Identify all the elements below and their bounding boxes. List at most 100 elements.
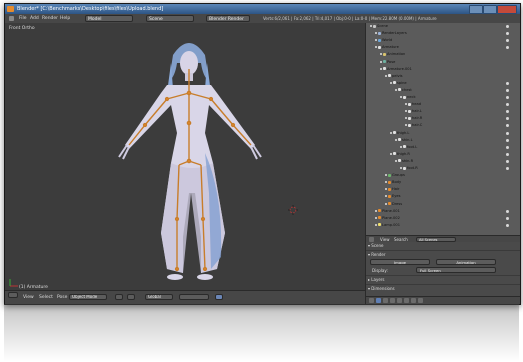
expand-toggle-icon[interactable] xyxy=(380,60,382,63)
outliner-row[interactable]: shin.L xyxy=(395,138,509,143)
tab-data[interactable] xyxy=(411,298,416,303)
visibility-eye-icon[interactable] xyxy=(506,167,509,170)
visibility-eye-icon[interactable] xyxy=(506,117,509,121)
visibility-eye-icon[interactable] xyxy=(506,96,509,99)
pivot-button[interactable] xyxy=(127,294,135,300)
outliner-row[interactable]: RenderLayers xyxy=(375,31,509,36)
outliner-row[interactable]: Eyes xyxy=(385,194,400,199)
expand-toggle-icon[interactable] xyxy=(395,138,397,141)
visibility-eye-icon[interactable] xyxy=(506,124,509,128)
visibility-eye-icon[interactable] xyxy=(506,145,509,149)
outliner-row[interactable]: pelvis xyxy=(385,74,403,79)
expand-toggle-icon[interactable] xyxy=(375,209,377,212)
render-image-button[interactable]: Image xyxy=(370,259,430,265)
outliner-row[interactable]: Armature xyxy=(375,45,509,50)
expand-toggle-icon[interactable] xyxy=(400,145,402,148)
expand-toggle-icon[interactable] xyxy=(405,110,407,113)
tab-world[interactable] xyxy=(383,298,388,303)
visibility-eye-icon[interactable] xyxy=(506,32,509,36)
character-model[interactable] xyxy=(105,33,275,285)
expand-toggle-icon[interactable] xyxy=(370,25,372,27)
expand-toggle-icon[interactable] xyxy=(400,167,402,169)
outliner-row[interactable]: Pose xyxy=(380,60,395,65)
outliner-row[interactable]: hair.L xyxy=(405,109,509,114)
expand-toggle-icon[interactable] xyxy=(385,188,387,191)
outliner-row[interactable]: Animation xyxy=(380,52,405,57)
expand-toggle-icon[interactable] xyxy=(375,216,377,219)
layout-selector[interactable]: Model xyxy=(85,15,133,22)
expand-toggle-icon[interactable] xyxy=(390,81,392,84)
menu-render[interactable]: Render xyxy=(42,14,58,23)
outliner-row[interactable]: chest xyxy=(395,88,509,93)
expand-toggle-icon[interactable] xyxy=(375,32,377,35)
expand-toggle-icon[interactable] xyxy=(390,152,392,155)
outliner-row[interactable]: thigh.L xyxy=(390,131,509,136)
tab-material[interactable] xyxy=(418,298,423,303)
expand-toggle-icon[interactable] xyxy=(395,88,397,91)
expand-toggle-icon[interactable] xyxy=(395,159,397,162)
expand-toggle-icon[interactable] xyxy=(385,74,387,77)
visibility-eye-icon[interactable] xyxy=(506,159,509,163)
outliner-row[interactable]: World xyxy=(375,38,509,43)
visibility-eye-icon[interactable] xyxy=(506,131,509,135)
outliner-row[interactable]: shin.R xyxy=(395,159,509,164)
tab-modifiers[interactable] xyxy=(404,298,409,303)
menu-file[interactable]: File xyxy=(19,14,27,23)
outliner-row[interactable]: Scene xyxy=(370,24,509,29)
visibility-eye-icon[interactable] xyxy=(506,110,509,114)
expand-toggle-icon[interactable] xyxy=(375,223,377,226)
visibility-eye-icon[interactable] xyxy=(506,25,509,28)
shading-button[interactable] xyxy=(115,294,123,300)
expand-toggle-icon[interactable] xyxy=(385,195,387,198)
visibility-eye-icon[interactable] xyxy=(506,88,509,92)
visibility-eye-icon[interactable] xyxy=(506,152,509,156)
expand-toggle-icon[interactable] xyxy=(405,117,407,120)
visibility-eye-icon[interactable] xyxy=(506,209,509,213)
layer-buttons[interactable] xyxy=(179,294,209,300)
outliner-row[interactable]: Armature.001 xyxy=(380,67,412,72)
visibility-eye-icon[interactable] xyxy=(506,223,509,227)
outliner-row[interactable]: foot.L xyxy=(400,145,509,150)
menu-select[interactable]: Select xyxy=(39,295,53,300)
expand-toggle-icon[interactable] xyxy=(380,53,382,56)
expand-toggle-icon[interactable] xyxy=(390,131,392,134)
expand-toggle-icon[interactable] xyxy=(405,124,407,127)
expand-toggle-icon[interactable] xyxy=(375,46,377,49)
visibility-eye-icon[interactable] xyxy=(506,103,509,107)
outliner-row[interactable]: hair.R xyxy=(405,116,509,121)
outliner-row[interactable]: Groups xyxy=(385,173,405,178)
outliner-row[interactable]: Lamp.001 xyxy=(375,223,509,228)
expand-toggle-icon[interactable] xyxy=(375,39,377,42)
maximize-button[interactable] xyxy=(483,5,497,14)
outliner-row[interactable]: Hair xyxy=(385,187,399,192)
outliner-row[interactable]: Plane.002 xyxy=(375,216,509,221)
expand-toggle-icon[interactable] xyxy=(400,96,402,98)
editor-type-icon[interactable] xyxy=(9,16,14,21)
menu-add[interactable]: Add xyxy=(30,14,39,23)
expand-toggle-icon[interactable] xyxy=(385,174,387,177)
render-animation-button[interactable]: Animation xyxy=(436,259,496,265)
tab-scene[interactable] xyxy=(376,298,381,303)
visibility-eye-icon[interactable] xyxy=(506,138,509,142)
menu-pose[interactable]: Pose xyxy=(57,295,67,300)
outliner-row[interactable]: spine xyxy=(390,81,509,86)
outliner-row[interactable]: Dress xyxy=(385,202,402,207)
visibility-eye-icon[interactable] xyxy=(506,81,509,85)
outliner-row[interactable]: Plane.001 xyxy=(375,209,509,214)
outliner-row[interactable]: head xyxy=(405,102,509,107)
orientation-selector[interactable]: Global xyxy=(145,294,173,300)
scene-selector[interactable]: Scene xyxy=(146,15,194,22)
outliner-row[interactable]: hair.C xyxy=(405,123,509,128)
render-engine-selector[interactable]: Blender Render xyxy=(206,15,250,22)
snap-button[interactable] xyxy=(215,294,223,300)
outliner[interactable]: Scene RenderLayers World Armature Animation P… xyxy=(366,23,520,235)
close-button[interactable] xyxy=(497,5,517,14)
outliner-row[interactable]: foot.R xyxy=(400,166,509,171)
mode-selector[interactable]: Object Mode xyxy=(69,294,107,300)
visibility-eye-icon[interactable] xyxy=(506,216,509,220)
tab-object[interactable] xyxy=(390,298,395,303)
editor-type-button[interactable] xyxy=(8,292,18,298)
expand-toggle-icon[interactable] xyxy=(405,103,407,106)
outliner-row[interactable]: Body xyxy=(385,180,401,185)
display-selector[interactable]: Full Screen xyxy=(416,267,496,273)
